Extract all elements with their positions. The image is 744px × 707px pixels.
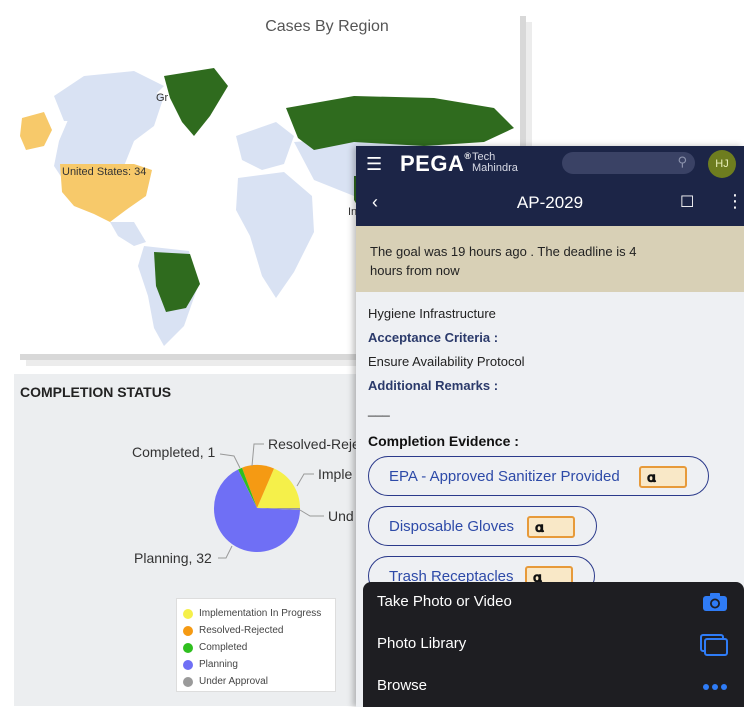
pie-label-implementation: Imple <box>318 466 353 482</box>
search-input[interactable]: ⚲ <box>562 152 695 174</box>
mobile-case-panel: ☰ PEGA® Tech Mahindra ⚲ HJ ‹ AP-2029 ☐ ⋮ … <box>356 146 744 707</box>
completion-status-card: COMPLETION STATUS Completed, 1 Resolved-… <box>14 374 360 706</box>
legend-item: Planning <box>177 656 335 673</box>
upload-action-sheet: Take Photo or Video Photo Library Browse <box>363 582 744 707</box>
camera-icon <box>703 593 727 611</box>
more-options-icon[interactable]: ⋮ <box>726 191 744 212</box>
evidence-button-gloves[interactable]: Disposable Gloves 𝛂 <box>368 506 597 546</box>
goal-deadline-text: The goal was 19 hours ago . The deadline… <box>370 244 637 278</box>
legend-swatch <box>183 625 193 636</box>
evidence-button-sanitizer[interactable]: EPA - Approved Sanitizer Provided 𝛂 <box>368 456 709 496</box>
map-region-greenland <box>164 68 228 136</box>
map-label-united-states: United States: 34 <box>62 166 147 178</box>
leader-line-implementation <box>296 473 314 487</box>
legend-item: Completed <box>177 639 335 656</box>
partner-line2: Mahindra <box>472 162 518 174</box>
attachment-tag[interactable]: 𝛂 <box>527 516 575 538</box>
legend-label: Completed <box>199 642 248 653</box>
leader-line-resolved <box>251 443 264 467</box>
brand-name: PEGA <box>400 151 465 176</box>
pie-label-completed: Completed, 1 <box>132 444 216 460</box>
browse-label: Browse <box>377 677 428 694</box>
browse-option[interactable]: Browse <box>363 666 744 707</box>
map-region-central-america <box>110 222 146 246</box>
case-description: Hygiene Infrastructure <box>368 306 496 321</box>
photo-library-label: Photo Library <box>377 635 467 652</box>
legend-label: Implementation In Progress <box>199 608 322 619</box>
leader-line-completed <box>219 453 241 469</box>
legend-item: Under Approval <box>177 673 335 690</box>
additional-remarks-label: Additional Remarks : <box>368 378 499 393</box>
take-photo-option[interactable]: Take Photo or Video <box>363 582 744 624</box>
brand-trademark: ® <box>464 151 472 161</box>
paperclip-icon: 𝛂 <box>647 469 656 485</box>
photo-library-option[interactable]: Photo Library <box>363 624 744 666</box>
pie-label-under: Und <box>328 508 354 524</box>
search-icon[interactable]: ⚲ <box>677 154 687 170</box>
pega-logo: PEGA® <box>400 151 472 177</box>
additional-remarks-value: ___ <box>368 402 390 417</box>
map-title: Cases By Region <box>265 18 389 35</box>
evidence-label: EPA - Approved Sanitizer Provided <box>389 468 620 485</box>
legend-label: Planning <box>199 659 238 670</box>
photo-library-icon <box>700 634 728 656</box>
legend-swatch <box>183 642 193 653</box>
ellipsis-icon <box>703 684 727 690</box>
map-region-europe <box>236 122 294 170</box>
legend-item: Resolved-Rejected <box>177 622 335 639</box>
tech-mahindra-logo: Tech Mahindra <box>472 152 518 174</box>
legend-item: Implementation In Progress <box>177 605 335 622</box>
case-details: Hygiene Infrastructure Acceptance Criter… <box>368 302 738 452</box>
legend-swatch <box>183 608 193 619</box>
case-title-bar: ‹ AP-2029 ☐ ⋮ <box>356 182 744 226</box>
completion-evidence-title: Completion Evidence : <box>368 433 519 449</box>
map-region-russia <box>286 96 514 150</box>
app-header: ☰ PEGA® Tech Mahindra ⚲ HJ <box>356 146 744 182</box>
pie-label-resolved: Resolved-Reje <box>268 436 360 452</box>
legend-swatch <box>183 659 193 670</box>
hamburger-menu-icon[interactable]: ☰ <box>366 154 382 175</box>
legend-label: Resolved-Rejected <box>199 625 284 636</box>
map-region-alaska <box>20 112 52 150</box>
pie-label-planning: Planning, 32 <box>134 550 212 566</box>
completion-legend: Implementation In Progress Resolved-Reje… <box>176 598 336 692</box>
legend-swatch <box>183 676 193 687</box>
leader-line-planning <box>218 545 233 559</box>
paperclip-icon: 𝛂 <box>535 519 544 535</box>
pie-slice-planning <box>213 508 300 553</box>
leader-line-under <box>299 509 324 517</box>
user-avatar[interactable]: HJ <box>708 150 736 178</box>
comment-icon[interactable]: ☐ <box>680 192 694 212</box>
take-photo-label: Take Photo or Video <box>377 593 512 610</box>
map-label-greenland: Gr <box>156 92 169 104</box>
map-region-africa <box>236 172 314 298</box>
goal-deadline-banner: The goal was 19 hours ago . The deadline… <box>356 226 744 292</box>
legend-label: Under Approval <box>199 676 268 687</box>
acceptance-criteria-label: Acceptance Criteria : <box>368 330 499 345</box>
acceptance-criteria-value: Ensure Availability Protocol <box>368 354 525 369</box>
attachment-tag[interactable]: 𝛂 <box>639 466 687 488</box>
evidence-label: Disposable Gloves <box>389 518 515 535</box>
